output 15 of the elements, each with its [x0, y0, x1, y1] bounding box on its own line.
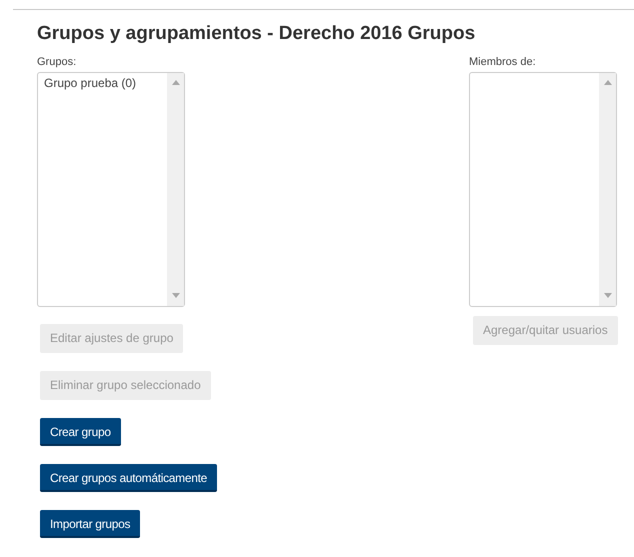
list-option[interactable]: Grupo prueba (0): [44, 76, 167, 91]
page-title: Grupos y agrupamientos - Derecho 2016 Grupos: [37, 22, 476, 46]
field-label: Miembros de:: [469, 55, 537, 69]
scroll-up-icon[interactable]: [604, 80, 612, 85]
action-button[interactable]: Importar grupos: [40, 510, 140, 538]
field-label: Grupos:: [37, 55, 78, 69]
scroll-down-icon[interactable]: [172, 293, 180, 298]
list-box[interactable]: Grupo prueba (0): [37, 72, 185, 307]
list-box[interactable]: [469, 72, 617, 307]
scrollbar[interactable]: [167, 73, 184, 306]
scroll-down-icon[interactable]: [604, 293, 612, 298]
action-button[interactable]: Crear grupos automáticamente: [40, 464, 218, 492]
scrollbar[interactable]: [599, 73, 616, 306]
action-button[interactable]: Crear grupo: [40, 418, 121, 446]
scroll-up-icon[interactable]: [172, 80, 180, 85]
